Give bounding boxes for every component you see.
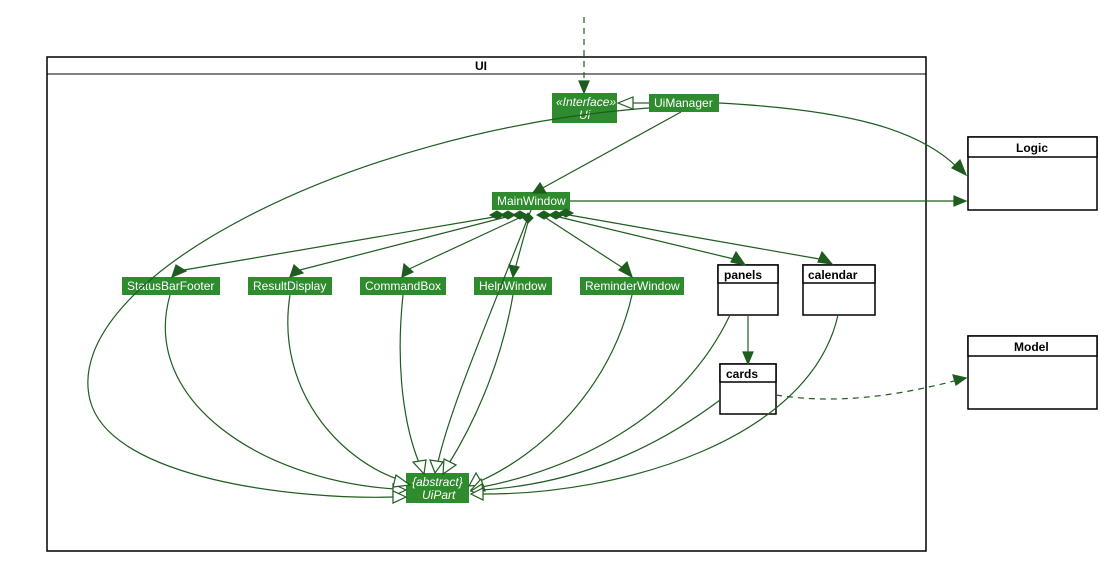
uimanager-label: UiManager	[654, 96, 713, 110]
svg-text:panels: panels	[724, 268, 762, 282]
class-uimanager: UiManager	[649, 94, 719, 112]
package-logic: Logic	[968, 137, 1097, 210]
svg-text:StatusBarFooter: StatusBarFooter	[127, 279, 214, 293]
class-commandbox: CommandBox	[360, 277, 446, 295]
package-model-label: Model	[1014, 340, 1049, 354]
svg-text:ReminderWindow: ReminderWindow	[585, 279, 680, 293]
package-ui-frame: UI	[47, 57, 926, 551]
interface-stereotype: «Interface»	[556, 95, 616, 109]
svg-text:calendar: calendar	[808, 268, 858, 282]
edge-top-dependency	[579, 17, 589, 93]
class-helpwindow: HelpWindow	[474, 277, 552, 295]
svg-text:CommandBox: CommandBox	[365, 279, 441, 293]
class-mainwindow: MainWindow	[492, 192, 570, 210]
uipart-constraint: {abstract}	[412, 475, 463, 489]
package-calendar: calendar	[803, 265, 875, 315]
package-model: Model	[968, 336, 1097, 409]
uml-diagram: UI Logic Model «Interface» Ui UiManager …	[0, 0, 1100, 571]
package-panels: panels	[718, 265, 778, 315]
package-cards: cards	[720, 364, 776, 414]
package-logic-label: Logic	[1016, 141, 1048, 155]
uipart-name: UiPart	[422, 488, 456, 502]
mainwindow-label: MainWindow	[497, 194, 566, 208]
svg-text:HelpWindow: HelpWindow	[479, 279, 547, 293]
class-uipart: {abstract} UiPart	[406, 473, 469, 503]
svg-text:cards: cards	[726, 367, 758, 381]
class-resultdisplay: ResultDisplay	[248, 277, 332, 295]
svg-text:ResultDisplay: ResultDisplay	[253, 279, 326, 293]
class-reminderwindow: ReminderWindow	[580, 277, 684, 295]
package-ui-label: UI	[475, 59, 487, 73]
